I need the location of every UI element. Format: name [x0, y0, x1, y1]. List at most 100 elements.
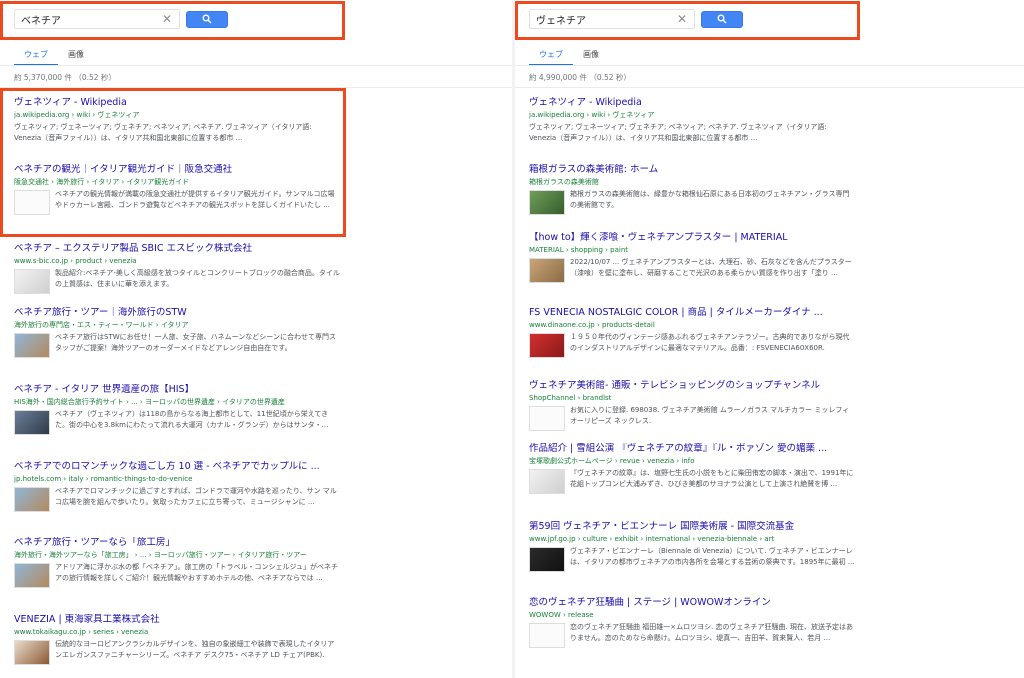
- result-thumbnail[interactable]: [14, 410, 50, 435]
- search-input[interactable]: ヴェネチア ✕: [529, 9, 695, 29]
- result-thumbnail[interactable]: [14, 487, 50, 512]
- result-item: VENEZIA | 東海家具工業株式会社 www.tokaikagu.co.jp…: [14, 614, 340, 665]
- result-count: 約 5,370,000 件 （0.52 秒）: [14, 73, 116, 82]
- search-input[interactable]: ベネチア ✕: [14, 9, 180, 29]
- result-snippet: 箱根ガラスの森美術館は、緑豊かな箱根仙石原にある日本初のヴェネチアン・グラス専門…: [570, 190, 850, 209]
- left-search-panel: ベネチア ✕ ウェブ 画像 約 5,370,000 件 （0.52 秒） ヴェネ…: [0, 0, 512, 678]
- result-snippet: ヴェネツィア; ヴェネーツィア; ヴェネチア; ベネツィア; ベネチア. ヴェネ…: [529, 123, 827, 142]
- tab-web[interactable]: ウェブ: [14, 47, 58, 66]
- result-thumbnail[interactable]: [14, 190, 50, 215]
- result-title[interactable]: ヴェネツィア - Wikipedia: [529, 97, 855, 109]
- result-title[interactable]: ヴェネツィア - Wikipedia: [14, 97, 340, 109]
- result-item: ベネチアの観光｜イタリア観光ガイド｜阪急交通社 阪急交通社 › 海外旅行 › イ…: [14, 164, 340, 215]
- results-divider: [515, 87, 1024, 88]
- result-snippet: お気に入りに登録. 698038. ヴェネチア美術館 ムラーノガラス マルチカラ…: [570, 406, 850, 425]
- result-item: ベネチア旅行・ツアーなら「旅工房」 海外旅行・海外ツアーなら「旅工房」 › ..…: [14, 537, 340, 588]
- result-url[interactable]: www.s-bic.co.jp › product › venezia: [14, 256, 340, 266]
- result-snippet: 2022/10/07 ... ヴェネチアンプラスターとは、大理石、砂、石灰などを…: [570, 258, 852, 277]
- tab-images[interactable]: 画像: [58, 47, 94, 66]
- result-title[interactable]: ベネチアでのロマンチックな過ごし方 10 選 - ベネチアでカップルに ...: [14, 461, 340, 473]
- result-thumbnail[interactable]: [529, 406, 565, 431]
- result-title[interactable]: ベネチアの観光｜イタリア観光ガイド｜阪急交通社: [14, 164, 340, 176]
- result-item: 【how to】輝く漆喰・ヴェネチアンプラスター | MATERIAL MATE…: [529, 232, 855, 283]
- result-item: 恋のヴェネチア狂騒曲 | ステージ | WOWOWオンライン WOWOW › r…: [529, 597, 855, 648]
- tab-divider: [515, 65, 1024, 66]
- tab-images[interactable]: 画像: [573, 47, 609, 66]
- result-thumbnail[interactable]: [14, 333, 50, 358]
- tab-divider: [0, 65, 512, 66]
- result-snippet: 『ヴェネチアの紋章』は、塩野七生氏の小説をもとに柴田侑宏の脚本・演出で、1991…: [570, 469, 854, 488]
- result-item: 箱根ガラスの森美術館: ホーム 箱根ガラスの森美術館 箱根ガラスの森美術館は、緑…: [529, 164, 855, 215]
- result-thumbnail[interactable]: [529, 333, 565, 358]
- result-thumbnail[interactable]: [529, 469, 565, 494]
- result-thumbnail[interactable]: [529, 190, 565, 215]
- result-url[interactable]: www.tokaikagu.co.jp › series › venezia: [14, 627, 340, 637]
- result-title[interactable]: 箱根ガラスの森美術館: ホーム: [529, 164, 855, 176]
- result-url[interactable]: 宝塚歌劇公式ホームページ › revue › venezia › info: [529, 456, 855, 466]
- tab-bar: ウェブ 画像: [14, 47, 94, 66]
- right-search-panel: ヴェネチア ✕ ウェブ 画像 約 4,990,000 件 （0.52 秒） ヴェ…: [515, 0, 1024, 678]
- result-url[interactable]: HIS海外・国内総合旅行予約サイト › ... › ヨーロッパの世界遺産 › イ…: [14, 397, 340, 407]
- result-snippet: ヴェネチア・ビエンナーレ（Biennale di Venezia）について. ヴ…: [570, 547, 855, 566]
- result-title[interactable]: FS VENECIA NOSTALGIC COLOR | 商品 | タイルメーカ…: [529, 307, 855, 319]
- result-url[interactable]: ja.wikipedia.org › wiki › ヴェネツィア: [14, 110, 340, 120]
- search-query[interactable]: ヴェネチア: [536, 12, 676, 27]
- clear-icon[interactable]: ✕: [676, 13, 688, 25]
- result-snippet: ベネチアでロマンチックに過ごすとすれば、ゴンドラで運河や水路を巡ったり、サン マ…: [55, 487, 337, 506]
- result-url[interactable]: 海外旅行・海外ツアーなら「旅工房」 › ... › ヨーロッパ旅行・ツアー › …: [14, 550, 340, 560]
- result-snippet: アドリア海に浮かぶ水の都「ベネチア」。旅工房の「トラベル・コンシェルジュ」がベネ…: [55, 563, 339, 582]
- result-url[interactable]: WOWOW › release: [529, 610, 855, 620]
- result-url[interactable]: jp.hotels.com › italy › romantic-things-…: [14, 474, 340, 484]
- result-item: ヴェネツィア - Wikipedia ja.wikipedia.org › wi…: [14, 97, 340, 144]
- search-button[interactable]: [186, 10, 228, 28]
- result-title[interactable]: ベネチア - イタリア 世界遺産の旅【HIS】: [14, 384, 340, 396]
- result-snippet: 製品紹介:ベネチア-美しく高級感を放つタイルとコンクリートブロックの融合商品。タ…: [55, 269, 340, 288]
- result-count: 約 4,990,000 件 （0.52 秒）: [529, 73, 631, 82]
- result-snippet: ベネチア（ヴェネツィア）は118の島からなる海上都市として、11世紀頃から栄えて…: [55, 410, 329, 429]
- result-item: ベネチア – エクステリア製品 SBIC エスビック株式会社 www.s-bic…: [14, 243, 340, 294]
- result-url[interactable]: ShopChannel › brandlst: [529, 393, 855, 403]
- result-item: 作品紹介 | 雪組公演 『ヴェネチアの紋章』『ル・ポァゾン 愛の媚薬 ... 宝…: [529, 443, 855, 494]
- result-url[interactable]: www.jpf.go.jp › culture › exhibit › inte…: [529, 534, 855, 544]
- result-thumbnail[interactable]: [14, 563, 50, 588]
- result-thumbnail[interactable]: [14, 269, 50, 294]
- result-title[interactable]: 作品紹介 | 雪組公演 『ヴェネチアの紋章』『ル・ポァゾン 愛の媚薬 ...: [529, 443, 855, 455]
- result-snippet: １９５０年代のヴィンテージ感あふれるヴェネチアンテラゾー。古典的でありながら現代…: [570, 333, 850, 352]
- result-url[interactable]: 阪急交通社 › 海外旅行 › イタリア › イタリア観光ガイド: [14, 177, 340, 187]
- result-item: ベネチアでのロマンチックな過ごし方 10 選 - ベネチアでカップルに ... …: [14, 461, 340, 512]
- search-icon: [202, 14, 212, 24]
- result-url[interactable]: www.dinaone.co.jp › products-detail: [529, 320, 855, 330]
- result-snippet: 恋のヴェネチア狂騒曲 福田雄一×ムロツヨシ. 恋のヴェネチア狂騒曲. 現在、放送…: [570, 623, 853, 642]
- result-item: FS VENECIA NOSTALGIC COLOR | 商品 | タイルメーカ…: [529, 307, 855, 358]
- result-item: ヴェネチア美術館- 通販・テレビショッピングのショップチャンネル ShopCha…: [529, 380, 855, 431]
- result-url[interactable]: 海外旅行の専門店・エス・ティー・ワールド › イタリア: [14, 320, 340, 330]
- search-query[interactable]: ベネチア: [21, 12, 161, 27]
- result-url[interactable]: MATERIAL › shopping › paint: [529, 245, 855, 255]
- search-icon: [717, 14, 727, 24]
- result-title[interactable]: VENEZIA | 東海家具工業株式会社: [14, 614, 340, 626]
- result-snippet: ヴェネツィア; ヴェネーツィア; ヴェネチア; ベネツィア; ベネチア. ヴェネ…: [14, 123, 312, 142]
- result-thumbnail[interactable]: [529, 623, 565, 648]
- result-title[interactable]: 第59回 ヴェネチア・ビエンナーレ 国際美術展 - 国際交流基金: [529, 521, 855, 533]
- result-url[interactable]: 箱根ガラスの森美術館: [529, 177, 855, 187]
- result-snippet: ベネチア旅行はSTWにお任せ！一人旅、女子旅、ハネムーンなどシーンに合わせて専門…: [55, 333, 336, 352]
- result-item: ベネチア - イタリア 世界遺産の旅【HIS】 HIS海外・国内総合旅行予約サイ…: [14, 384, 340, 435]
- search-bar: ベネチア ✕: [14, 8, 228, 30]
- search-button[interactable]: [701, 10, 743, 28]
- clear-icon[interactable]: ✕: [161, 13, 173, 25]
- result-title[interactable]: ベネチア – エクステリア製品 SBIC エスビック株式会社: [14, 243, 340, 255]
- result-item: ベネチア旅行・ツアー｜海外旅行のSTW 海外旅行の専門店・エス・ティー・ワールド…: [14, 307, 340, 358]
- result-title[interactable]: ベネチア旅行・ツアーなら「旅工房」: [14, 537, 340, 549]
- result-thumbnail[interactable]: [529, 258, 565, 283]
- tab-web[interactable]: ウェブ: [529, 47, 573, 66]
- result-thumbnail[interactable]: [14, 640, 50, 665]
- results-divider: [0, 87, 512, 88]
- result-item: 第59回 ヴェネチア・ビエンナーレ 国際美術展 - 国際交流基金 www.jpf…: [529, 521, 855, 572]
- result-thumbnail[interactable]: [529, 547, 565, 572]
- result-item: ヴェネツィア - Wikipedia ja.wikipedia.org › wi…: [529, 97, 855, 144]
- result-title[interactable]: ベネチア旅行・ツアー｜海外旅行のSTW: [14, 307, 340, 319]
- result-title[interactable]: ヴェネチア美術館- 通販・テレビショッピングのショップチャンネル: [529, 380, 855, 392]
- result-title[interactable]: 恋のヴェネチア狂騒曲 | ステージ | WOWOWオンライン: [529, 597, 855, 609]
- result-url[interactable]: ja.wikipedia.org › wiki › ヴェネツィア: [529, 110, 855, 120]
- result-title[interactable]: 【how to】輝く漆喰・ヴェネチアンプラスター | MATERIAL: [529, 232, 855, 244]
